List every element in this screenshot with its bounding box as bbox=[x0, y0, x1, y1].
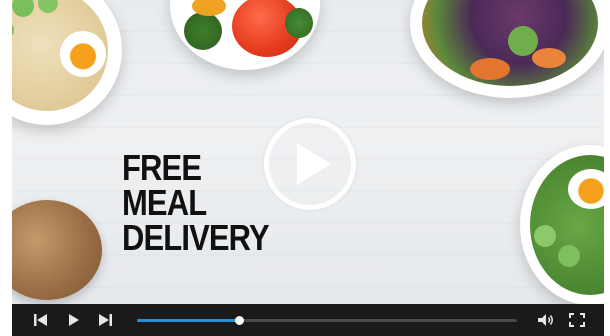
control-bar bbox=[12, 304, 604, 336]
volume-icon[interactable] bbox=[536, 312, 556, 328]
fullscreen-icon[interactable] bbox=[568, 312, 586, 328]
video-player[interactable]: FREE MEAL DELIVERY bbox=[12, 0, 604, 336]
play-circle-icon[interactable] bbox=[264, 118, 356, 210]
progress-handle[interactable] bbox=[235, 316, 245, 325]
skip-forward-icon[interactable] bbox=[96, 312, 114, 328]
play-icon[interactable] bbox=[64, 312, 82, 328]
salad-bowl-image bbox=[410, 0, 604, 98]
bread-image bbox=[12, 200, 102, 300]
progress-slider[interactable] bbox=[137, 316, 517, 325]
headline-line-1: FREE bbox=[122, 147, 202, 188]
headline-line-2: MEAL bbox=[122, 182, 207, 223]
greens-bowl-image bbox=[520, 145, 604, 305]
headline-text: FREE MEAL DELIVERY bbox=[122, 147, 270, 258]
skip-back-icon[interactable] bbox=[32, 312, 50, 328]
progress-fill bbox=[137, 319, 240, 322]
noodle-bowl-image bbox=[12, 0, 122, 125]
play-triangle-shape bbox=[297, 143, 331, 185]
headline-line-3: DELIVERY bbox=[122, 217, 270, 258]
vegetable-bowl-image bbox=[170, 0, 320, 70]
video-frame[interactable]: FREE MEAL DELIVERY bbox=[12, 0, 604, 305]
